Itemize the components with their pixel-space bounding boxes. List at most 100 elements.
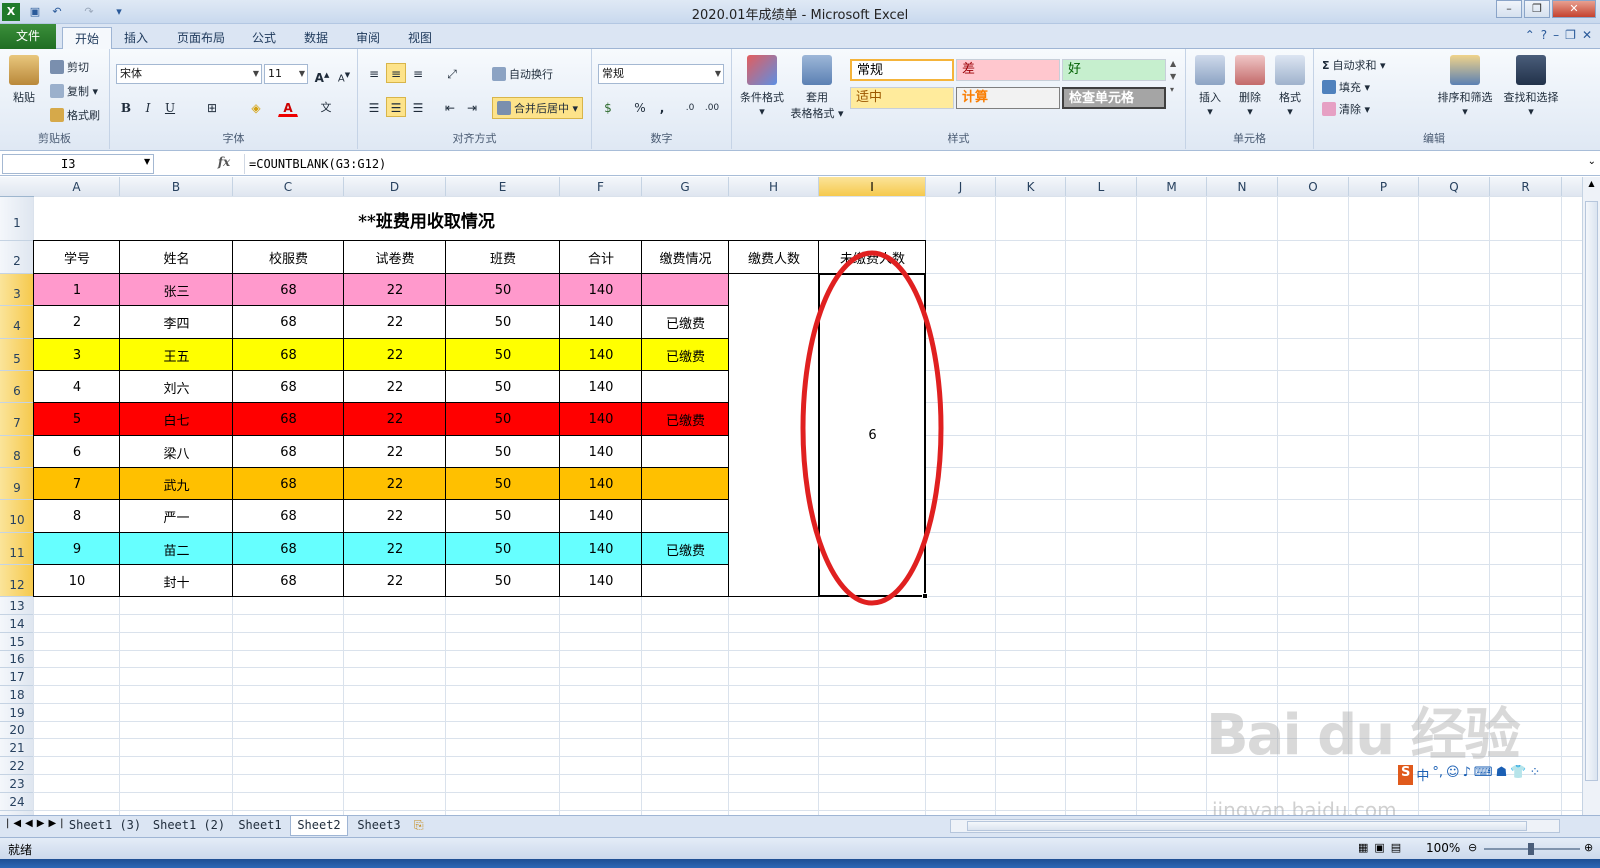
data-cell[interactable]: 68: [233, 533, 344, 565]
column-header-n[interactable]: N: [1207, 177, 1278, 197]
data-cell[interactable]: 68: [233, 403, 344, 436]
header-cell[interactable]: 缴费情况: [642, 241, 729, 274]
increase-decimal-icon[interactable]: .0: [680, 97, 700, 117]
data-cell[interactable]: 140: [560, 500, 642, 533]
data-cell[interactable]: 白七: [120, 403, 233, 436]
header-cell[interactable]: 班费: [446, 241, 560, 274]
data-cell[interactable]: 22: [344, 500, 446, 533]
column-header-o[interactable]: O: [1278, 177, 1349, 197]
column-header-c[interactable]: C: [233, 177, 344, 197]
data-cell[interactable]: 140: [560, 565, 642, 597]
row-header-14[interactable]: 14: [0, 615, 34, 633]
data-cell[interactable]: 张三: [120, 274, 233, 306]
sheet-nav-arrows-icon[interactable]: |◀◀▶▶|: [6, 818, 68, 829]
font-size-select[interactable]: 11 ▼: [264, 64, 308, 84]
window-minimize-icon[interactable]: –: [1553, 28, 1559, 42]
data-cell[interactable]: 140: [560, 436, 642, 468]
formula-input[interactable]: =COUNTBLANK(G3:G12): [244, 154, 1584, 174]
data-cell[interactable]: 已缴费: [642, 339, 729, 371]
data-cell[interactable]: 50: [446, 500, 560, 533]
data-cell[interactable]: 68: [233, 436, 344, 468]
minimize-button[interactable]: –: [1496, 0, 1522, 18]
row-header-23[interactable]: 23: [0, 775, 34, 793]
data-cell[interactable]: 4: [34, 371, 120, 403]
data-cell[interactable]: 22: [344, 468, 446, 500]
row-header-8[interactable]: 8: [0, 436, 34, 468]
data-cell[interactable]: 50: [446, 436, 560, 468]
data-cell[interactable]: 22: [344, 306, 446, 339]
sheet-tab-sheet1[interactable]: Sheet1: [232, 816, 288, 836]
format-painter-button[interactable]: 格式刷: [50, 107, 100, 123]
data-cell[interactable]: [642, 436, 729, 468]
ime-user-icon[interactable]: ☗: [1496, 765, 1508, 785]
style-good[interactable]: 好: [1062, 59, 1166, 81]
data-cell[interactable]: 68: [233, 565, 344, 597]
tab-page-layout[interactable]: 页面布局: [170, 27, 232, 49]
fill-button[interactable]: 填充 ▾: [1322, 79, 1370, 95]
data-cell[interactable]: 140: [560, 371, 642, 403]
data-cell[interactable]: 王五: [120, 339, 233, 371]
data-cell[interactable]: 6: [34, 436, 120, 468]
ime-keyboard-icon[interactable]: ⌨: [1474, 765, 1493, 785]
align-left-icon[interactable]: ☰: [364, 97, 384, 117]
paste-button[interactable]: 粘贴: [6, 55, 42, 105]
header-cell[interactable]: 合计: [560, 241, 642, 274]
column-header-j[interactable]: J: [926, 177, 996, 197]
cut-button[interactable]: 剪切: [50, 59, 89, 75]
data-cell[interactable]: 68: [233, 274, 344, 306]
data-cell[interactable]: 2: [34, 306, 120, 339]
clear-button[interactable]: 清除 ▾: [1322, 101, 1370, 117]
insert-sheet-icon[interactable]: ⎘: [414, 818, 424, 833]
tab-formulas[interactable]: 公式: [244, 27, 284, 49]
data-cell[interactable]: 140: [560, 339, 642, 371]
sheet-tab-sheet3[interactable]: Sheet3: [350, 816, 408, 836]
copy-button[interactable]: 复制 ▾: [50, 83, 98, 99]
row-header-2[interactable]: 2: [0, 241, 34, 274]
data-cell[interactable]: 3: [34, 339, 120, 371]
data-cell[interactable]: 10: [34, 565, 120, 597]
table-title[interactable]: **班费用收取情况: [34, 197, 819, 241]
close-button[interactable]: ✕: [1552, 0, 1596, 18]
row-header-21[interactable]: 21: [0, 739, 34, 757]
row-header-22[interactable]: 22: [0, 757, 34, 775]
bold-button[interactable]: B: [116, 97, 136, 117]
zoom-in-icon[interactable]: ⊕: [1584, 841, 1593, 854]
column-header-q[interactable]: Q: [1419, 177, 1490, 197]
row-header-4[interactable]: 4: [0, 306, 34, 339]
style-neutral[interactable]: 适中: [850, 87, 954, 109]
styles-scroll-icon[interactable]: ▲ ▼ ▾: [1170, 57, 1176, 96]
data-cell[interactable]: 22: [344, 436, 446, 468]
comma-button[interactable]: ,: [652, 97, 672, 117]
row-header-19[interactable]: 19: [0, 704, 34, 722]
ime-mic-icon[interactable]: ♪: [1463, 765, 1471, 785]
header-cell[interactable]: 试卷费: [344, 241, 446, 274]
data-cell[interactable]: 武九: [120, 468, 233, 500]
data-cell[interactable]: [642, 500, 729, 533]
format-cells-button[interactable]: 格式 ▾: [1272, 55, 1308, 118]
underline-button[interactable]: U: [160, 97, 180, 117]
data-cell[interactable]: 68: [233, 468, 344, 500]
column-header-r[interactable]: R: [1490, 177, 1562, 197]
zoom-level[interactable]: 100%: [1426, 841, 1460, 855]
data-cell[interactable]: 140: [560, 533, 642, 565]
font-name-select[interactable]: 宋体 ▼: [116, 64, 262, 84]
data-cell[interactable]: 68: [233, 371, 344, 403]
tab-review[interactable]: 审阅: [348, 27, 388, 49]
style-calculation[interactable]: 计算: [956, 87, 1060, 109]
data-cell[interactable]: 已缴费: [642, 533, 729, 565]
sheet-tab-sheet1-2[interactable]: Sheet1 (2): [148, 816, 230, 836]
horizontal-scroll-thumb[interactable]: [967, 821, 1527, 831]
ime-punctuation-icon[interactable]: °,: [1432, 765, 1443, 785]
row-header-16[interactable]: 16: [0, 651, 34, 668]
data-cell[interactable]: 22: [344, 533, 446, 565]
row-header-3[interactable]: 3: [0, 274, 34, 306]
row-header-18[interactable]: 18: [0, 686, 34, 704]
view-mode-icons[interactable]: ▦▣▤: [1358, 841, 1407, 854]
column-header-b[interactable]: B: [120, 177, 233, 197]
sort-filter-button[interactable]: 排序和筛选 ▾: [1434, 55, 1496, 118]
zoom-out-icon[interactable]: ⊖: [1468, 841, 1477, 854]
column-header-g[interactable]: G: [642, 177, 729, 197]
borders-icon[interactable]: ⊞: [202, 97, 222, 117]
insert-cells-button[interactable]: 插入 ▾: [1192, 55, 1228, 118]
percent-button[interactable]: %: [630, 97, 650, 117]
